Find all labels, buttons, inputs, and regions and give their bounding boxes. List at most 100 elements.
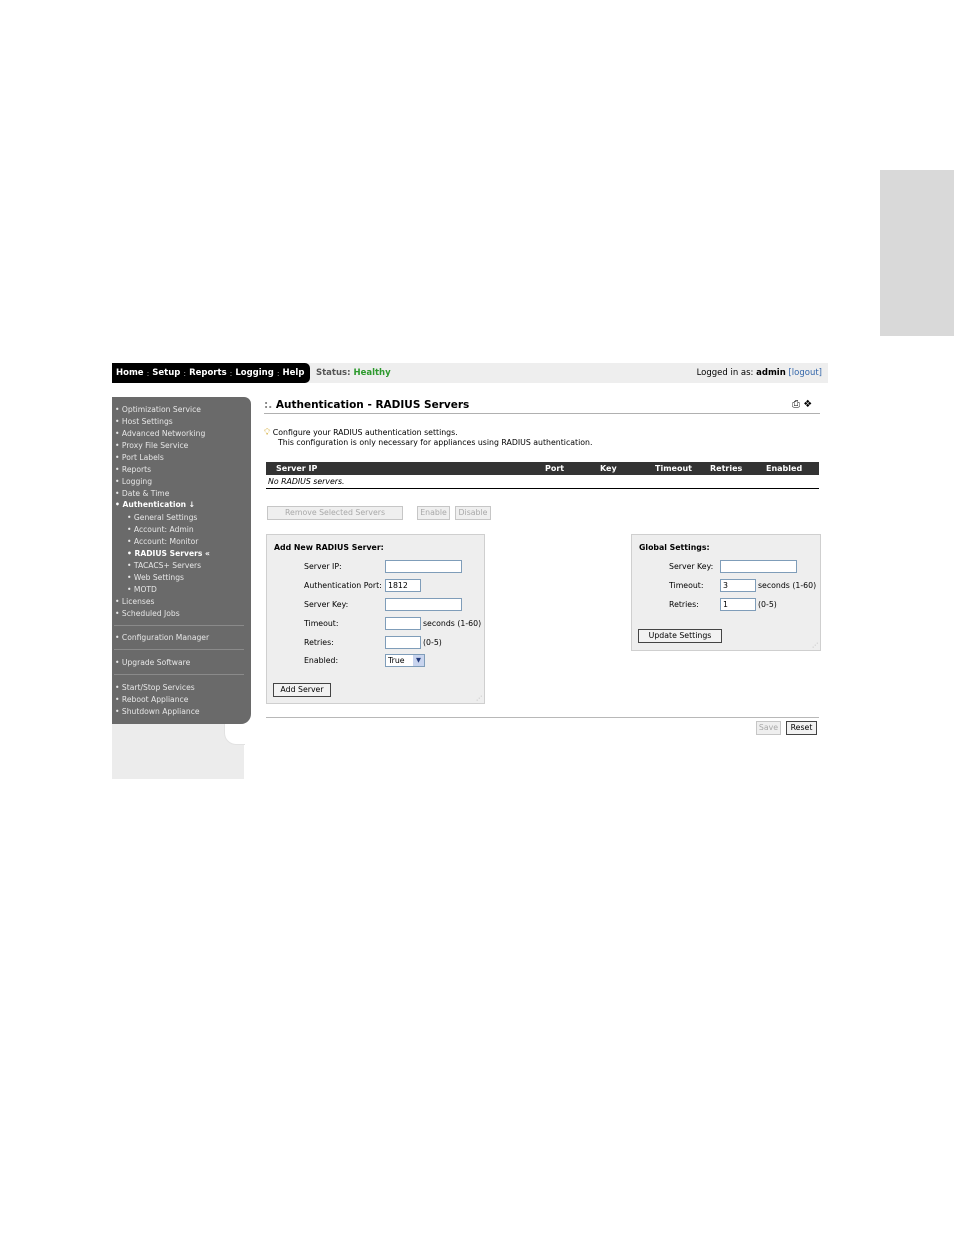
column-enabled: Enabled — [766, 464, 803, 473]
login-user: admin — [756, 368, 786, 378]
disable-button[interactable]: Disable — [455, 506, 491, 520]
global-server-key-label: Server Key: — [669, 562, 714, 571]
nav-separator: : — [146, 368, 150, 378]
sidebar-divider — [114, 674, 244, 675]
print-icon[interactable]: ⎙ — [792, 399, 800, 410]
sidebar-curve — [224, 724, 245, 745]
column-key: Key — [600, 464, 617, 473]
server-key-label: Server Key: — [304, 600, 349, 609]
sidebar-item-port-labels[interactable]: • Port Labels — [115, 453, 164, 463]
nav-separator: : — [183, 368, 187, 378]
radius-servers-table: Server IP Port Key Timeout Retries Enabl… — [266, 462, 819, 489]
auth-port-input[interactable]: 1812 — [385, 579, 421, 592]
login-prefix: Logged in as: — [696, 368, 754, 378]
hint-line1: Configure your RADIUS authentication set… — [272, 428, 458, 437]
bottom-divider — [266, 717, 819, 718]
top-nav: Home : Setup : Reports : Logging : Help — [112, 363, 311, 383]
timeout-hint: seconds (1-60) — [423, 619, 482, 628]
enabled-label: Enabled: — [304, 656, 339, 665]
sidebar-subitem-account-admin[interactable]: • Account: Admin — [127, 525, 194, 535]
server-ip-input[interactable] — [385, 560, 462, 573]
table-empty-row: No RADIUS servers. — [266, 475, 819, 489]
global-server-key-input[interactable] — [720, 560, 797, 573]
sidebar-item-date-time[interactable]: • Date & Time — [115, 489, 169, 499]
sidebar-item-proxy-file-service[interactable]: • Proxy File Service — [115, 441, 188, 451]
page-title: :. Authentication - RADIUS Servers — [264, 399, 469, 411]
nav-setup[interactable]: Setup — [152, 368, 180, 378]
appliance-ui: Home : Setup : Reports : Logging : Help … — [112, 363, 832, 779]
global-settings-heading: Global Settings: — [639, 543, 710, 552]
sidebar-item-upgrade-software[interactable]: • Upgrade Software — [115, 658, 190, 668]
sidebar-item-reboot-appliance[interactable]: • Reboot Appliance — [115, 695, 188, 705]
server-ip-label: Server IP: — [304, 562, 342, 571]
status-label: Status: — [316, 368, 351, 378]
column-port: Port — [545, 464, 565, 473]
global-timeout-input[interactable]: 3 — [720, 579, 756, 592]
title-icons: ⎙ ❖ — [792, 399, 812, 410]
sidebar: • Optimization Service • Host Settings •… — [112, 397, 251, 724]
nav-home[interactable]: Home — [116, 368, 144, 378]
sidebar-subitem-motd[interactable]: • MOTD — [127, 585, 157, 595]
global-settings-panel: Global Settings: Server Key: Timeout: 3 … — [631, 534, 821, 651]
title-divider — [264, 413, 820, 414]
sidebar-item-start-stop-services[interactable]: • Start/Stop Services — [115, 683, 195, 693]
sidebar-subitem-radius-servers[interactable]: • RADIUS Servers « — [127, 549, 210, 559]
sidebar-item-advanced-networking[interactable]: • Advanced Networking — [115, 429, 205, 439]
status-value: Healthy — [353, 368, 391, 378]
remove-selected-servers-button[interactable]: Remove Selected Servers — [267, 506, 403, 520]
sidebar-item-logging[interactable]: • Logging — [115, 477, 152, 487]
timeout-label: Timeout: — [304, 619, 339, 628]
nav-reports[interactable]: Reports — [189, 368, 227, 378]
timeout-input[interactable] — [385, 617, 421, 630]
column-timeout: Timeout — [655, 464, 692, 473]
update-settings-button[interactable]: Update Settings — [638, 629, 722, 643]
sidebar-item-optimization-service[interactable]: • Optimization Service — [115, 405, 201, 415]
title-prefix: :. — [264, 399, 273, 411]
nav-logging[interactable]: Logging — [235, 368, 273, 378]
chevron-down-icon[interactable]: ▼ — [413, 655, 424, 666]
add-server-panel: Add New RADIUS Server: Server IP: Authen… — [266, 534, 485, 704]
sidebar-subitem-tacacs-servers[interactable]: • TACACS+ Servers — [127, 561, 201, 571]
sidebar-item-authentication[interactable]: • Authentication ↓ — [115, 500, 195, 510]
add-server-button[interactable]: Add Server — [273, 683, 331, 697]
server-key-input[interactable] — [385, 598, 462, 611]
save-button[interactable]: Save — [756, 721, 781, 735]
status-indicator: Status: Healthy — [316, 368, 391, 378]
title-text: Authentication - RADIUS Servers — [275, 399, 470, 411]
sidebar-item-configuration-manager[interactable]: • Configuration Manager — [115, 633, 209, 643]
global-timeout-hint: seconds (1-60) — [758, 581, 817, 590]
sidebar-item-scheduled-jobs[interactable]: • Scheduled Jobs — [115, 609, 180, 619]
resize-grip-icon: ⋰ — [476, 695, 482, 702]
retries-input[interactable] — [385, 636, 421, 649]
add-server-heading: Add New RADIUS Server: — [274, 543, 384, 552]
reset-button[interactable]: Reset — [786, 721, 817, 735]
retries-label: Retries: — [304, 638, 334, 647]
hint-line2: This configuration is only necessary for… — [278, 438, 593, 447]
sidebar-item-shutdown-appliance[interactable]: • Shutdown Appliance — [115, 707, 200, 717]
column-retries: Retries — [710, 464, 743, 473]
top-bar: Home : Setup : Reports : Logging : Help … — [112, 363, 828, 383]
sidebar-subitem-web-settings[interactable]: • Web Settings — [127, 573, 184, 583]
sidebar-subitem-general-settings[interactable]: • General Settings — [127, 513, 197, 523]
column-server-ip: Server IP — [276, 464, 318, 473]
page-side-tab — [880, 170, 954, 336]
hint-text: 💡︎ Configure your RADIUS authentication … — [264, 428, 592, 448]
sidebar-divider — [114, 649, 244, 650]
enabled-select[interactable]: True ▼ — [385, 654, 425, 667]
sidebar-divider — [114, 625, 244, 626]
nav-separator: : — [276, 368, 280, 378]
global-retries-input[interactable]: 1 — [720, 598, 756, 611]
sidebar-item-host-settings[interactable]: • Host Settings — [115, 417, 173, 427]
global-retries-label: Retries: — [669, 600, 699, 609]
lightbulb-icon: 💡︎ — [264, 428, 271, 438]
help-book-icon[interactable]: ❖ — [803, 399, 812, 410]
global-retries-hint: (0-5) — [758, 600, 777, 609]
sidebar-item-reports[interactable]: • Reports — [115, 465, 151, 475]
nav-separator: : — [229, 368, 233, 378]
sidebar-subitem-account-monitor[interactable]: • Account: Monitor — [127, 537, 198, 547]
sidebar-item-licenses[interactable]: • Licenses — [115, 597, 154, 607]
nav-help[interactable]: Help — [283, 368, 305, 378]
logout-link[interactable]: [logout] — [788, 368, 822, 378]
login-info: Logged in as: admin [logout] — [697, 368, 822, 378]
enable-button[interactable]: Enable — [417, 506, 450, 520]
